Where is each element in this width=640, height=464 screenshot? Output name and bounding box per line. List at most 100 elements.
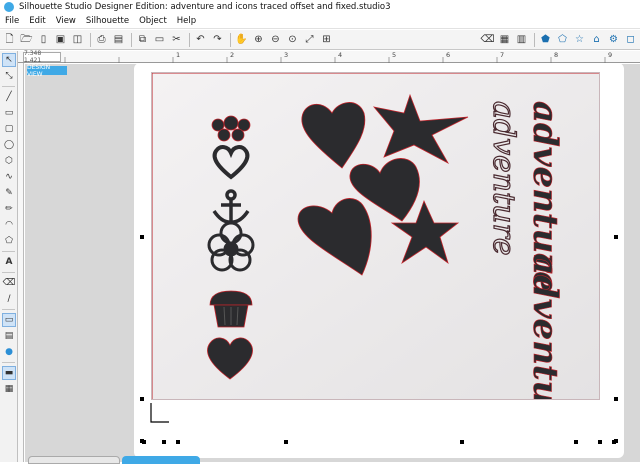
library-icon[interactable]: ▤	[2, 329, 16, 343]
select-icon[interactable]: ↖	[2, 53, 16, 67]
redo-icon[interactable]: ↷	[210, 32, 225, 47]
toolbar-right-group: ⌫ ▦ ▥ ⬟ ⬠ ☆ ⌂ ⚙ ◻	[480, 30, 640, 50]
open-file-icon[interactable]: ▯	[36, 32, 51, 47]
text-icon[interactable]: A	[2, 255, 16, 269]
toolbar: 🗋 🗁 ▯ ▣ ◫ ⎙ ▤ ⧉ ▭ ✂ ↶ ↷ ✋ ⊕ ⊖ ⊙ ⤢ ⊞ ⌫ ▦ …	[0, 30, 640, 50]
undo-icon[interactable]: ↶	[193, 32, 208, 47]
curve-icon[interactable]: ∿	[2, 170, 16, 184]
store-icon[interactable]: ⚙	[606, 33, 621, 48]
selection-handle[interactable]	[140, 397, 144, 401]
selection-handle[interactable]	[460, 440, 464, 444]
document-tab-active[interactable]	[122, 456, 200, 464]
traced-photo[interactable]: adventure adventure adventure	[151, 72, 600, 400]
coordinate-readout: 7.348 1.421	[23, 50, 61, 64]
selection-handle[interactable]	[612, 440, 616, 444]
store-icon[interactable]: ●	[2, 345, 16, 359]
tool-sidebar: ↖ ⤡ ╱ ▭ ▢ ◯ ⬡ ∿ ✎ ✏ ◠ ⬠ A ⌫ ∕ ▭ ▤ ● ▬ ▦	[0, 51, 18, 462]
ruler-horizontal: 1 2 3 4 5 6 7 8 9	[18, 51, 640, 63]
selection-handle[interactable]	[574, 440, 578, 444]
ellipse-icon[interactable]: ◯	[2, 138, 16, 152]
regular-polygon-icon[interactable]: ⬠	[2, 234, 16, 248]
print-icon[interactable]: ⎙	[94, 32, 109, 47]
split-view-icon[interactable]: ▦	[2, 382, 16, 396]
menu-help[interactable]: Help	[172, 16, 201, 26]
smooth-freehand-icon[interactable]: ✏	[2, 202, 16, 216]
zoom-drag-icon[interactable]: ⤢	[302, 32, 317, 47]
zoom-select-icon[interactable]: ⊙	[285, 32, 300, 47]
ruler-number: 8	[554, 51, 559, 59]
cut-icon[interactable]: ✂	[169, 32, 184, 47]
sidebar-divider	[2, 272, 15, 273]
menu-silhouette[interactable]: Silhouette	[81, 16, 134, 26]
ruler-number: 9	[608, 51, 613, 59]
word-adventure-bold-2: adventure	[525, 253, 565, 400]
selection-handle[interactable]	[614, 235, 618, 239]
ruler-vertical	[18, 63, 24, 462]
word-adventure-outline: adventure	[486, 101, 521, 256]
line-color-icon[interactable]: ⬠	[555, 33, 570, 48]
arc-icon[interactable]: ◠	[2, 218, 16, 232]
page-setup-icon[interactable]: ▦	[497, 33, 512, 48]
eraser-icon[interactable]: ⌫	[480, 33, 495, 48]
fill-color-icon[interactable]: ⬟	[538, 33, 553, 48]
selection-handle[interactable]	[284, 440, 288, 444]
sidebar-divider	[2, 86, 15, 87]
save-as-icon[interactable]: ◫	[70, 32, 85, 47]
menu-edit[interactable]: Edit	[24, 16, 50, 26]
zoom-fit-icon[interactable]: ⊞	[319, 32, 334, 47]
selection-handle[interactable]	[140, 235, 144, 239]
title-bar: Silhouette Studio Designer Edition: adve…	[0, 0, 640, 14]
print-cut-icon[interactable]: ▤	[111, 32, 126, 47]
ruler-number: 7	[500, 51, 505, 59]
document-tab[interactable]	[28, 456, 120, 464]
menu-object[interactable]: Object	[134, 16, 172, 26]
copy-icon[interactable]: ⧉	[135, 32, 150, 47]
eraser-tool-icon[interactable]: ⌫	[2, 276, 16, 290]
line-icon[interactable]: ╱	[2, 90, 16, 104]
ruler-number: 3	[284, 51, 289, 59]
menu-view[interactable]: View	[51, 16, 81, 26]
rectangle-icon[interactable]: ▭	[2, 106, 16, 120]
selection-handle[interactable]	[614, 397, 618, 401]
selection-handle[interactable]	[162, 440, 166, 444]
sidebar-divider	[2, 362, 15, 363]
rounded-rect-icon[interactable]: ▢	[2, 122, 16, 136]
library-icon[interactable]: ⌂	[589, 33, 604, 48]
paste-icon[interactable]: ▭	[152, 32, 167, 47]
toolbar-divider	[230, 32, 231, 47]
trace-artwork: adventure adventure adventure	[152, 73, 599, 400]
pan-icon[interactable]: ✋	[234, 32, 249, 47]
ruler-number: 5	[392, 51, 397, 59]
toolbar-divider	[534, 33, 535, 47]
grid-icon[interactable]: ▥	[514, 33, 529, 48]
selection-handle[interactable]	[598, 440, 602, 444]
selection-handle[interactable]	[176, 440, 180, 444]
save-icon[interactable]: ▣	[53, 32, 68, 47]
window-title: Silhouette Studio Designer Edition: adve…	[19, 2, 391, 12]
point-edit-icon[interactable]: ⤡	[2, 69, 16, 83]
ruler-number: 4	[338, 51, 343, 59]
knife-icon[interactable]: ∕	[2, 292, 16, 306]
app-icon	[4, 2, 14, 12]
ruler-number: 1	[176, 51, 181, 59]
zoom-in-icon[interactable]: ⊕	[251, 32, 266, 47]
line-style-icon[interactable]: ☆	[572, 33, 587, 48]
send-icon[interactable]: ◻	[623, 33, 638, 48]
new-icon[interactable]: 🗋	[2, 32, 17, 47]
freehand-icon[interactable]: ✎	[2, 186, 16, 200]
sidebar-divider	[2, 309, 15, 310]
menu-file[interactable]: File	[0, 16, 24, 26]
toolbar-divider	[131, 32, 132, 47]
sidebar-divider	[2, 251, 15, 252]
selection-handle[interactable]	[142, 440, 146, 444]
page-view-icon[interactable]: ▬	[2, 366, 16, 380]
zoom-out-icon[interactable]: ⊖	[268, 32, 283, 47]
design-view-badge[interactable]: DESIGN VIEW	[27, 64, 67, 78]
open-icon[interactable]: 🗁	[19, 32, 34, 47]
polygon-icon[interactable]: ⬡	[2, 154, 16, 168]
menu-bar: File Edit View Silhouette Object Help	[0, 14, 640, 29]
ruler-ticks	[64, 57, 606, 63]
toolbar-divider	[189, 32, 190, 47]
ruler-number: 2	[230, 51, 235, 59]
design-view-icon[interactable]: ▭	[2, 313, 16, 327]
